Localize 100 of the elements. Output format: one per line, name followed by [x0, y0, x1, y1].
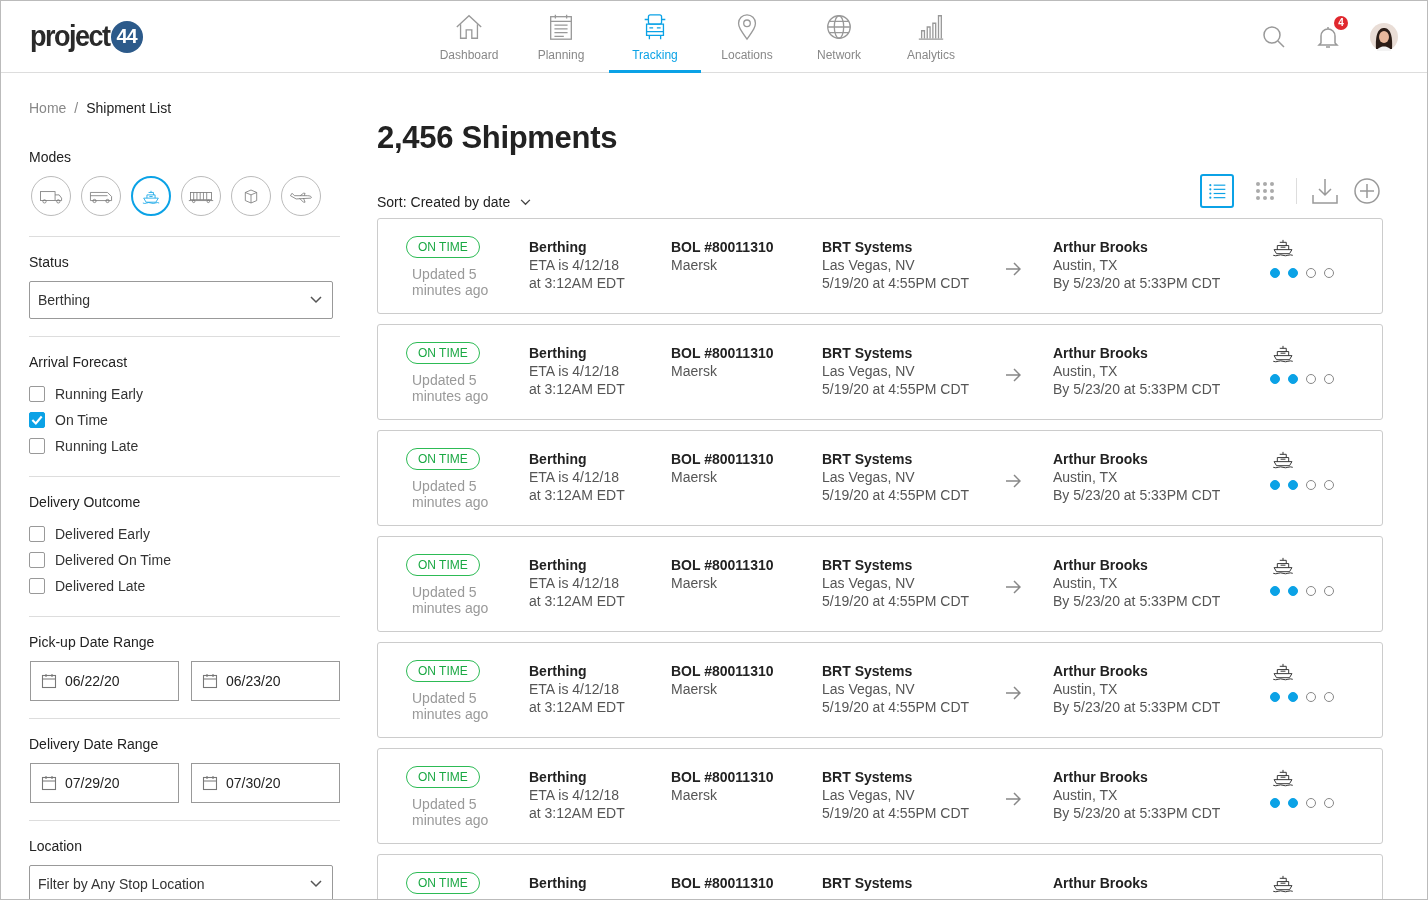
van-mode-button[interactable]	[81, 176, 121, 216]
bell-icon[interactable]	[1316, 24, 1340, 49]
calendar-icon	[41, 673, 57, 689]
sort-dropdown[interactable]: Sort: Created by date	[377, 194, 532, 210]
destination-city: Austin, TX	[1053, 362, 1119, 380]
destination-name: Arthur Brooks	[1053, 556, 1149, 574]
origin-city: Las Vegas, NV	[822, 680, 916, 698]
checkbox[interactable]	[29, 412, 45, 428]
truck-mode-button[interactable]	[31, 176, 71, 216]
delivery-time: By 5/23/20 at 5:33PM CDT	[1053, 486, 1222, 504]
stage-label: Berthing	[529, 768, 588, 786]
eta-time: at 3:12AM EDT	[529, 698, 626, 716]
shipment-card[interactable]: ON TIME Updated 5 minutes ago Berthing ETA is 4/12/18 at 3:12AM EDT BOL #80011310 Maersk BRT Systems Las Vegas, NV 5/19/20 at 4:55PM CDT Arthur Brooks Austin, TX By 5/23/20 at 5:33PM CDT	[377, 324, 1383, 420]
nav-tab[interactable]: Dashboard	[425, 1, 513, 73]
chevron-down-icon	[310, 296, 322, 304]
date-field[interactable]: 06/23/20	[191, 661, 340, 701]
globe-icon	[824, 12, 854, 42]
search-icon[interactable]	[1262, 24, 1286, 49]
location-dropdown[interactable]: Filter by Any Stop Location	[29, 865, 333, 899]
pickup-time: 5/19/20 at 4:55PM CDT	[822, 804, 971, 822]
nav-tab[interactable]: Analytics	[885, 1, 977, 73]
date-field[interactable]: 07/30/20	[191, 763, 340, 803]
shipment-card[interactable]: ON TIME Berthing BOL #80011310 BRT Systems Arthur Brooks	[377, 854, 1383, 899]
origin-name: BRT Systems	[822, 344, 914, 362]
current-page-label: Shipment List	[86, 100, 172, 117]
checkbox[interactable]	[29, 578, 45, 594]
section-title: Modes	[29, 149, 73, 166]
origin-name: BRT Systems	[822, 556, 914, 574]
destination-city: Austin, TX	[1053, 468, 1119, 486]
pickup-time: 5/19/20 at 4:55PM CDT	[822, 698, 971, 716]
eta-text: ETA is 4/12/18	[529, 468, 620, 486]
bol-number: BOL #80011310	[671, 344, 775, 362]
nav-tab[interactable]: Planning	[513, 1, 609, 73]
shipment-card[interactable]: ON TIME Updated 5 minutes ago Berthing ETA is 4/12/18 at 3:12AM EDT BOL #80011310 Maersk BRT Systems Las Vegas, NV 5/19/20 at 4:55PM CDT Arthur Brooks Austin, TX By 5/23/20 at 5:33PM CDT	[377, 642, 1383, 738]
stage-label: Berthing	[529, 238, 588, 256]
ship-icon	[1270, 450, 1296, 470]
avatar[interactable]	[1370, 22, 1398, 51]
arrow-right-icon	[1005, 473, 1021, 489]
destination-name: Arthur Brooks	[1053, 874, 1149, 892]
shipment-card[interactable]: ON TIME Updated 5 minutes ago Berthing ETA is 4/12/18 at 3:12AM EDT BOL #80011310 Maersk BRT Systems Las Vegas, NV 5/19/20 at 4:55PM CDT Arthur Brooks Austin, TX By 5/23/20 at 5:33PM CDT	[377, 748, 1383, 844]
checkbox-label: Delivered Late	[55, 577, 146, 595]
parcel-mode-button[interactable]	[231, 176, 271, 216]
bol-number: BOL #80011310	[671, 662, 775, 680]
shipment-card[interactable]: ON TIME Updated 5 minutes ago Berthing ETA is 4/12/18 at 3:12AM EDT BOL #80011310 Maersk BRT Systems Las Vegas, NV 5/19/20 at 4:55PM CDT Arthur Brooks Austin, TX By 5/23/20 at 5:33PM CDT	[377, 536, 1383, 632]
ship-icon	[1270, 238, 1296, 258]
bol-number: BOL #80011310	[671, 450, 775, 468]
eta-text: ETA is 4/12/18	[529, 680, 620, 698]
logo-badge: 44	[110, 20, 143, 53]
updated-text: Updated 5 minutes ago	[412, 584, 490, 616]
checkbox-label: Running Early	[55, 385, 143, 403]
destination-city: Austin, TX	[1053, 256, 1119, 274]
updated-text: Updated 5 minutes ago	[412, 372, 490, 404]
origin-city: Las Vegas, NV	[822, 362, 916, 380]
origin-name: BRT Systems	[822, 450, 914, 468]
calendar-icon	[41, 775, 57, 791]
date-field[interactable]: 06/22/20	[30, 661, 179, 701]
checkbox[interactable]	[29, 552, 45, 568]
arrow-right-icon	[1005, 367, 1021, 383]
carrier-name: Maersk	[671, 256, 718, 274]
eta-text: ETA is 4/12/18	[529, 786, 620, 804]
checkbox-label: Delivered Early	[55, 525, 150, 543]
page-title: 2,456 Shipments	[377, 120, 619, 156]
delivery-time: By 5/23/20 at 5:33PM CDT	[1053, 380, 1222, 398]
checkbox[interactable]	[29, 438, 45, 454]
add-icon[interactable]	[1353, 177, 1381, 205]
checkbox[interactable]	[29, 386, 45, 402]
shipment-card[interactable]: ON TIME Updated 5 minutes ago Berthing ETA is 4/12/18 at 3:12AM EDT BOL #80011310 Maersk BRT Systems Las Vegas, NV 5/19/20 at 4:55PM CDT Arthur Brooks Austin, TX By 5/23/20 at 5:33PM CDT	[377, 218, 1383, 314]
eta-text: ETA is 4/12/18	[529, 574, 620, 592]
arrow-right-icon	[1005, 579, 1021, 595]
bol-number: BOL #80011310	[671, 874, 775, 892]
destination-name: Arthur Brooks	[1053, 344, 1149, 362]
plane-mode-button[interactable]	[281, 176, 321, 216]
nav-tab[interactable]: Locations	[701, 1, 793, 73]
eta-text: ETA is 4/12/18	[529, 362, 620, 380]
eta-time: at 3:12AM EDT	[529, 592, 626, 610]
list-view-button[interactable]	[1200, 174, 1234, 208]
shipment-card[interactable]: ON TIME Updated 5 minutes ago Berthing ETA is 4/12/18 at 3:12AM EDT BOL #80011310 Maersk BRT Systems Las Vegas, NV 5/19/20 at 4:55PM CDT Arthur Brooks Austin, TX By 5/23/20 at 5:33PM CDT	[377, 430, 1383, 526]
download-icon[interactable]	[1311, 177, 1339, 205]
arrow-right-icon	[1005, 791, 1021, 807]
bars-icon	[916, 12, 946, 42]
ship-icon	[1270, 768, 1296, 788]
notification-count: 4	[1334, 15, 1348, 30]
grid-icon	[1253, 179, 1277, 203]
pickup-time: 5/19/20 at 4:55PM CDT	[822, 274, 971, 292]
checkbox[interactable]	[29, 526, 45, 542]
rail-mode-button[interactable]	[181, 176, 221, 216]
pickup-time: 5/19/20 at 4:55PM CDT	[822, 380, 971, 398]
destination-name: Arthur Brooks	[1053, 662, 1149, 680]
breadcrumb-link[interactable]: Home	[29, 100, 67, 117]
stage-label: Berthing	[529, 556, 588, 574]
origin-city: Las Vegas, NV	[822, 468, 916, 486]
list-icon	[1207, 181, 1227, 201]
nav-tab[interactable]: Network	[793, 1, 885, 73]
status-dropdown[interactable]: Berthing	[29, 281, 333, 319]
origin-name: BRT Systems	[822, 768, 914, 786]
eta-text: ETA is 4/12/18	[529, 256, 620, 274]
date-field[interactable]: 07/29/20	[30, 763, 179, 803]
section-title: Pick-up Date Range	[29, 634, 156, 651]
ship-mode-button[interactable]	[131, 176, 171, 216]
delivery-time: By 5/23/20 at 5:33PM CDT	[1053, 698, 1222, 716]
